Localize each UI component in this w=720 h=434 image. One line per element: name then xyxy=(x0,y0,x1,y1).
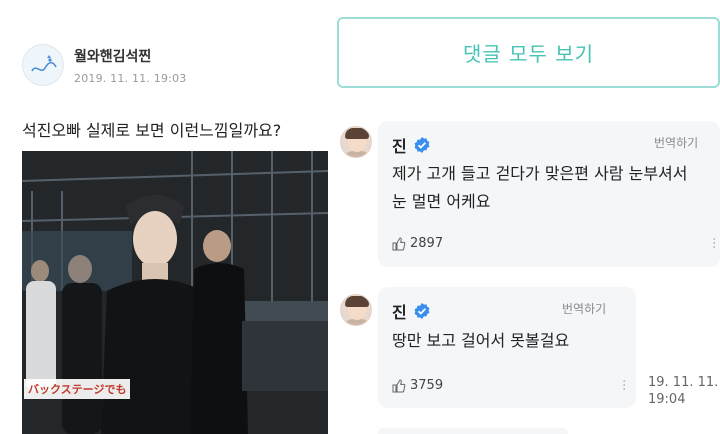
verified-badge-icon xyxy=(414,137,430,153)
verified-badge-icon xyxy=(414,303,430,319)
comment-timestamp: 19. 11. 11. 19:04 xyxy=(648,374,718,408)
translate-button[interactable]: 번역하기 xyxy=(562,300,606,317)
view-all-comments-button[interactable]: 댓글 모두 보기 xyxy=(337,17,720,88)
post-body-text: 석진오빠 실제로 보면 이런느낌일까요? xyxy=(22,121,282,140)
comment-text-line: 눈 멀면 어케요 xyxy=(392,192,491,211)
post-header: 월와핸김석찐 2019. 11. 11. 19:03 xyxy=(22,44,186,86)
post-photo[interactable]: バックステージでも xyxy=(22,151,328,434)
comment-text-line: 땅만 보고 걸어서 못볼걸요 xyxy=(392,331,570,350)
thumbs-up-icon xyxy=(392,378,406,392)
like-button[interactable]: 2897 xyxy=(392,236,443,251)
comment-bubble: 진 번역하기 땅만 보고 걸어서 못볼걸요 3759 · · · xyxy=(378,287,636,408)
timestamp-date: 19. 11. 11. xyxy=(648,375,719,390)
more-options-icon[interactable]: · · · xyxy=(712,233,717,255)
thumbs-up-icon xyxy=(392,236,406,250)
like-button[interactable]: 3759 xyxy=(392,378,443,393)
author-avatar[interactable] xyxy=(22,44,64,86)
commenter-name[interactable]: 진 xyxy=(392,299,407,323)
post-date: 2019. 11. 11. 19:03 xyxy=(74,71,187,85)
next-comment-bubble xyxy=(378,428,568,434)
commenter-name[interactable]: 진 xyxy=(392,133,407,157)
post-author-name[interactable]: 월와핸김석찐 xyxy=(74,46,186,66)
photo-caption: バックステージでも xyxy=(24,379,131,399)
comment-text-line: 제가 고개 들고 걷다가 맞은편 사람 눈부셔서 xyxy=(392,164,688,183)
like-count: 3759 xyxy=(410,378,444,393)
more-options-icon[interactable]: · · · xyxy=(622,375,627,397)
like-count: 2897 xyxy=(410,236,444,251)
view-all-comments-label: 댓글 모두 보기 xyxy=(462,42,595,66)
commenter-avatar[interactable] xyxy=(340,294,372,326)
timestamp-time: 19:04 xyxy=(648,392,686,407)
comment-bubble: 진 번역하기 제가 고개 들고 걷다가 맞은편 사람 눈부셔서 눈 멀면 어케요… xyxy=(378,121,720,267)
commenter-avatar[interactable] xyxy=(340,126,372,158)
translate-button[interactable]: 번역하기 xyxy=(654,134,698,151)
